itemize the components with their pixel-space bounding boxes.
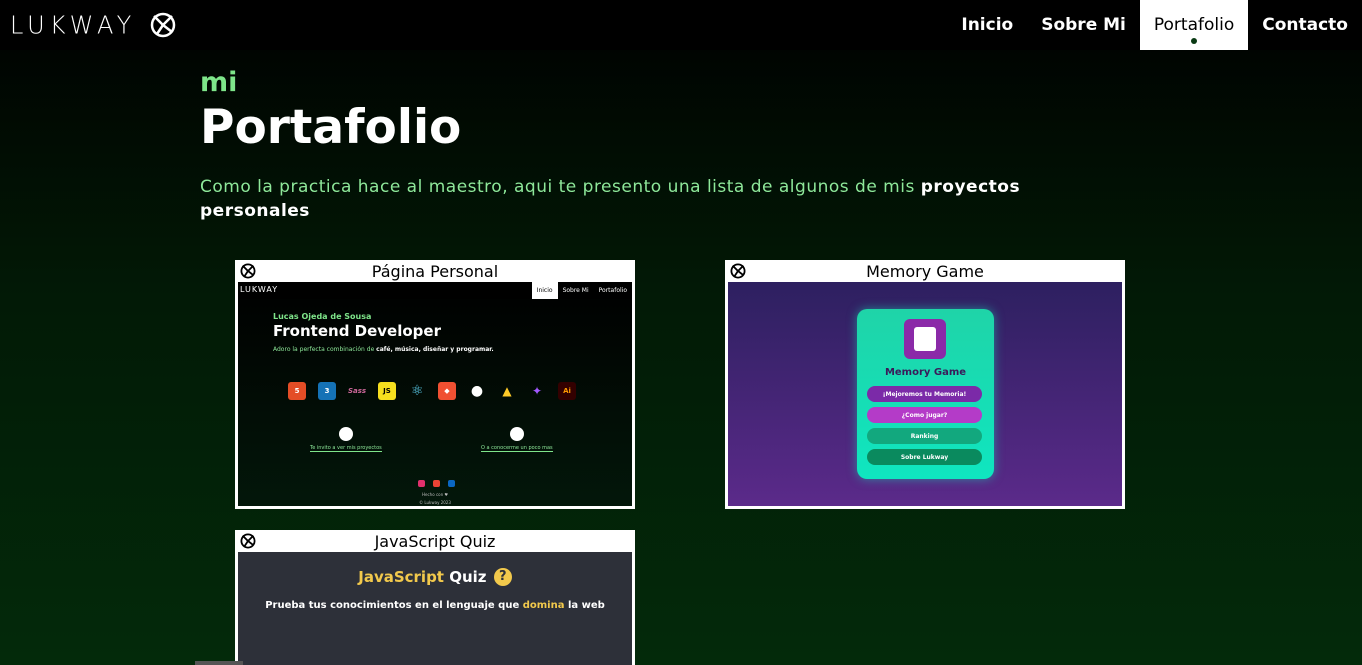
lukway-emblem-icon (240, 263, 256, 279)
lukway-logo[interactable]: LUKWAY (10, 9, 178, 41)
question-icon: ? (493, 568, 512, 586)
preview-link-projects-text: Te invito a ver mis proyectos (310, 445, 382, 452)
javascript-icon: JS (378, 382, 396, 400)
preview-navbar: LUKWAY Inicio Sobre Mi Portafolio (238, 282, 632, 299)
firebase-icon: ▲ (502, 384, 512, 398)
card-header: JavaScript Quiz (235, 530, 635, 552)
page-title: Portafolio (200, 100, 462, 155)
preview-nav-item: Portafolio (598, 287, 627, 294)
memory-game-panel: Memory Game ¡Mejoremos tu Memoria! ¿Como… (857, 309, 994, 479)
active-indicator-dot (1191, 38, 1198, 44)
preview-button: ¡Mejoremos tu Memoria! (867, 386, 982, 402)
project-preview-image: JavaScript Quiz ? Prueba tus conocimient… (238, 552, 632, 665)
nav-sobre-mi-label: Sobre Mi (1041, 15, 1126, 35)
intro-text: Como la practica hace al maestro, aqui t… (200, 175, 1120, 223)
preview-nav-item: Inicio (531, 282, 558, 299)
preview-heading: Frontend Developer (273, 322, 441, 340)
project-card-javascript-quiz[interactable]: JavaScript Quiz JavaScript Quiz ? Prueba… (235, 530, 635, 665)
preview-nav-item: Sobre Mi (562, 287, 589, 294)
card-title: JavaScript Quiz (374, 531, 496, 551)
cards-icon (904, 319, 946, 359)
project-card-pagina-personal[interactable]: Página Personal LUKWAY Inicio Sobre Mi P… (235, 260, 635, 509)
preview-button: Ranking (867, 428, 982, 444)
illustrator-icon: Ai (558, 382, 576, 400)
preview-copyright: © Lukway 2023 (419, 500, 451, 505)
nav-links: Inicio Sobre Mi Portafolio Contacto (947, 0, 1362, 50)
preview-description-text: Adoro la perfecta combinación de (273, 346, 377, 353)
react-icon: ⚛ (410, 383, 424, 399)
github-icon: ● (470, 383, 484, 399)
quiz-subtitle-a: Prueba tus conocimientos en el lenguaje … (265, 600, 523, 611)
project-preview-image: Memory Game ¡Mejoremos tu Memoria! ¿Como… (728, 282, 1122, 506)
nav-portafolio-label: Portafolio (1153, 15, 1235, 35)
preview-link-projects: Te invito a ver mis proyectos (310, 427, 382, 452)
html5-icon: 5 (288, 382, 306, 400)
top-navbar: LUKWAY Inicio Sobre Mi Portafolio Contac… (0, 0, 1362, 50)
nav-contacto[interactable]: Contacto (1248, 0, 1362, 50)
horizontal-scrollbar[interactable] (195, 661, 243, 665)
mail-icon (433, 480, 440, 487)
sass-icon: Sass (347, 387, 367, 395)
project-card-memory-game[interactable]: Memory Game Memory Game ¡Mejoremos tu Me… (725, 260, 1125, 509)
intro-text-main: Como la practica hace al maestro, aqui t… (200, 177, 921, 197)
linkedin-icon (448, 480, 455, 487)
card-header: Página Personal (235, 260, 635, 282)
nav-inicio-label: Inicio (961, 15, 1014, 35)
section-eyebrow: mi (200, 67, 238, 98)
nav-portafolio[interactable]: Portafolio (1139, 0, 1249, 50)
preview-social-icons (418, 480, 455, 487)
briefcase-icon (338, 427, 353, 441)
instagram-icon (418, 480, 425, 487)
logo-text: LUKWAY (10, 10, 137, 40)
preview-button: Sobre Lukway (867, 449, 982, 465)
quiz-heading: JavaScript Quiz ? (238, 568, 632, 586)
preview-link-about: O a conocerme un poco mas (481, 427, 553, 452)
preview-description-bold: café, música, diseñar y programar. (376, 346, 494, 353)
card-title: Memory Game (866, 261, 984, 281)
figma-icon: ✦ (531, 384, 543, 398)
preview-logo: LUKWAY (240, 285, 279, 294)
memory-game-heading: Memory Game (884, 367, 967, 378)
quiz-subtitle: Prueba tus conocimientos en el lenguaje … (238, 600, 632, 611)
nav-inicio[interactable]: Inicio (947, 0, 1027, 50)
preview-skill-icons: 5 3 Sass JS ⚛ ◆ ● ▲ ✦ Ai (288, 382, 576, 400)
preview-subtitle: Lucas Ojeda de Sousa (273, 312, 372, 321)
quiz-heading-js: JavaScript (358, 568, 444, 586)
card-header: Memory Game (725, 260, 1125, 282)
preview-button: ¿Como jugar? (867, 407, 982, 423)
quiz-subtitle-c: la web (564, 600, 605, 611)
lukway-emblem-icon (730, 263, 746, 279)
card-title: Página Personal (371, 261, 499, 281)
preview-description: Adoro la perfecta combinación de café, m… (273, 346, 494, 353)
lukway-emblem-icon (240, 533, 256, 549)
preview-made-with: Hecho con ♥ (422, 492, 448, 497)
git-icon: ◆ (438, 382, 456, 400)
nav-contacto-label: Contacto (1262, 15, 1348, 35)
css3-icon: 3 (318, 382, 336, 400)
quiz-heading-quiz: Quiz (443, 568, 487, 586)
quiz-subtitle-b: domina (522, 600, 565, 611)
preview-link-about-text: O a conocerme un poco mas (481, 445, 553, 452)
nav-sobre-mi[interactable]: Sobre Mi (1027, 0, 1140, 50)
project-preview-image: LUKWAY Inicio Sobre Mi Portafolio Lucas … (238, 282, 632, 506)
user-icon (509, 427, 524, 441)
lukway-emblem-icon (151, 12, 176, 38)
